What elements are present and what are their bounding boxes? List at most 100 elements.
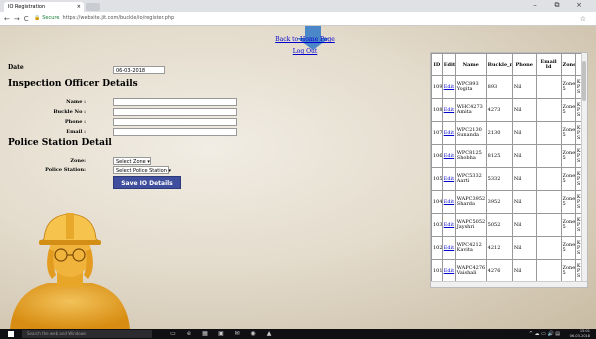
logout-link[interactable]: Log Out bbox=[270, 46, 340, 58]
cell-id: 104 bbox=[431, 190, 443, 214]
email-input[interactable] bbox=[113, 128, 237, 136]
back-home-link[interactable]: Back to Home Page bbox=[270, 34, 340, 46]
cell-edit: Edit bbox=[441, 236, 456, 260]
cell-zone: Zone 5 bbox=[560, 236, 576, 260]
store-icon[interactable]: ▣ bbox=[213, 330, 229, 337]
windows-start-icon[interactable] bbox=[8, 331, 14, 337]
cell-phone: Nil bbox=[511, 144, 537, 168]
col-header-zone: Zone bbox=[560, 53, 576, 76]
close-window-icon[interactable]: × bbox=[568, 1, 590, 9]
edit-link[interactable]: Edit bbox=[444, 222, 454, 228]
url-text: https://website.jit.com/buckle/io/regist… bbox=[62, 15, 175, 21]
app-icon[interactable]: ▲ bbox=[261, 330, 277, 337]
cell-phone: Nil bbox=[511, 213, 537, 237]
cell-id: 105 bbox=[431, 167, 443, 191]
officer-figure-image bbox=[10, 213, 130, 329]
browser-tab[interactable]: IO Registration × bbox=[4, 2, 84, 12]
cell-edit: Edit bbox=[441, 75, 456, 99]
cell-name: WAPC4276 Vaishali bbox=[454, 259, 487, 283]
table-horizontal-scrollbar[interactable] bbox=[431, 281, 587, 287]
maximize-icon[interactable]: ⧉ bbox=[546, 1, 568, 10]
io-table-panel[interactable]: ID Edit Name Buckle_no Phone Email Id Zo… bbox=[430, 52, 588, 288]
bookmark-star-icon[interactable]: ☆ bbox=[580, 15, 586, 23]
table-row: 107 Edit WPC2130 Sunanda 2130 Nil Zone 5K P S bbox=[431, 121, 584, 145]
cell-buckle: 893 bbox=[485, 75, 513, 99]
save-io-button[interactable]: Save IO Details bbox=[113, 176, 181, 189]
forward-icon[interactable]: → bbox=[14, 15, 20, 23]
cell-email bbox=[535, 259, 562, 283]
cell-id: 102 bbox=[431, 236, 443, 260]
table-header-row: ID Edit Name Buckle_no Phone Email Id Zo… bbox=[431, 53, 584, 76]
buckle-input[interactable] bbox=[113, 108, 237, 116]
phone-label: Phone : bbox=[64, 119, 86, 125]
system-tray-icons[interactable]: ^ ☁ ▭ 🔊 ▤ bbox=[529, 331, 560, 337]
date-label: Date bbox=[8, 64, 24, 71]
cell-phone: Nil bbox=[511, 98, 537, 122]
back-icon[interactable]: ← bbox=[4, 15, 10, 23]
cell-buckle: 8125 bbox=[485, 144, 513, 168]
url-field[interactable]: 🔒 Secure https://website.jit.com/buckle/io… bbox=[34, 15, 174, 21]
cell-email bbox=[535, 213, 562, 237]
taskbar-search[interactable]: Search the web and Windows bbox=[22, 330, 152, 338]
clock[interactable]: 15:01 06-03-2018 bbox=[570, 329, 590, 338]
edit-link[interactable]: Edit bbox=[444, 130, 454, 136]
table-row: 106 Edit WPC8125 Shobha 8125 Nil Zone 5K P S bbox=[431, 144, 584, 168]
lock-icon: 🔒 bbox=[34, 15, 41, 21]
edit-link[interactable]: Edit bbox=[444, 199, 454, 205]
cell-email bbox=[535, 121, 562, 145]
station-label: Police Station: bbox=[45, 167, 86, 173]
reload-icon[interactable]: C bbox=[24, 15, 29, 23]
cell-edit: Edit bbox=[441, 121, 456, 145]
cell-email bbox=[535, 98, 562, 122]
station-select[interactable]: Select Police Station ▾ bbox=[113, 166, 171, 174]
edit-link[interactable]: Edit bbox=[444, 107, 454, 113]
cell-id: 101 bbox=[431, 259, 443, 283]
tab-close-icon[interactable]: × bbox=[77, 4, 81, 10]
cell-zone: Zone 5 bbox=[560, 144, 576, 168]
cell-edit: Edit bbox=[441, 144, 456, 168]
cell-zone: Zone 5 bbox=[560, 121, 576, 145]
edit-link[interactable]: Edit bbox=[444, 176, 454, 182]
date-field[interactable]: 06-03-2018 bbox=[113, 66, 165, 74]
col-header-name: Name bbox=[454, 53, 487, 76]
zone-select[interactable]: Select Zone ▾ bbox=[113, 157, 151, 165]
scroll-thumb[interactable] bbox=[582, 61, 586, 101]
address-bar: ← → C 🔒 Secure https://website.jit.com/buckl… bbox=[0, 12, 596, 26]
cell-buckle: 2130 bbox=[485, 121, 513, 145]
minimize-icon[interactable]: – bbox=[524, 1, 546, 9]
new-tab-button[interactable] bbox=[86, 3, 100, 11]
edit-link[interactable]: Edit bbox=[444, 153, 454, 159]
mail-icon[interactable]: ✉ bbox=[229, 330, 245, 337]
edge-icon[interactable]: e bbox=[181, 330, 197, 337]
edit-link[interactable]: Edit bbox=[444, 245, 454, 251]
cell-zone: Zone 5 bbox=[560, 213, 576, 237]
edit-link[interactable]: Edit bbox=[444, 84, 454, 90]
table-row: 101 Edit WAPC4276 Vaishali 4276 Nil Zone 5K P… bbox=[431, 259, 584, 283]
cell-phone: Nil bbox=[511, 75, 537, 99]
zone-label: Zone: bbox=[70, 158, 86, 164]
cell-edit: Edit bbox=[441, 259, 456, 283]
clock-date: 06-03-2018 bbox=[569, 333, 590, 338]
file-explorer-icon[interactable]: ▦ bbox=[197, 330, 213, 337]
cell-id: 108 bbox=[431, 98, 443, 122]
phone-input[interactable] bbox=[113, 118, 237, 126]
cell-buckle: 4276 bbox=[485, 259, 513, 283]
cell-phone: Nil bbox=[511, 236, 537, 260]
cell-email bbox=[535, 75, 562, 99]
cell-zone: Zone 5 bbox=[560, 75, 576, 99]
table-vertical-scrollbar[interactable] bbox=[581, 53, 587, 282]
edit-link[interactable]: Edit bbox=[444, 268, 454, 274]
buckle-label: Buckle No : bbox=[53, 109, 86, 115]
cell-email bbox=[535, 144, 562, 168]
cell-email bbox=[535, 236, 562, 260]
col-header-phone: Phone bbox=[511, 53, 537, 76]
cell-zone: Zone 5 bbox=[560, 190, 576, 214]
chrome-icon[interactable]: ◉ bbox=[245, 330, 261, 337]
name-input[interactable] bbox=[113, 98, 237, 106]
cell-id: 106 bbox=[431, 144, 443, 168]
cell-name: WPC893 Yogita bbox=[454, 75, 487, 99]
cell-name: WPC5332 Aarti bbox=[454, 167, 487, 191]
task-view-icon[interactable]: ▭ bbox=[165, 330, 181, 337]
cell-id: 109 bbox=[431, 75, 443, 99]
police-heading: Police Station Detail bbox=[8, 138, 112, 148]
